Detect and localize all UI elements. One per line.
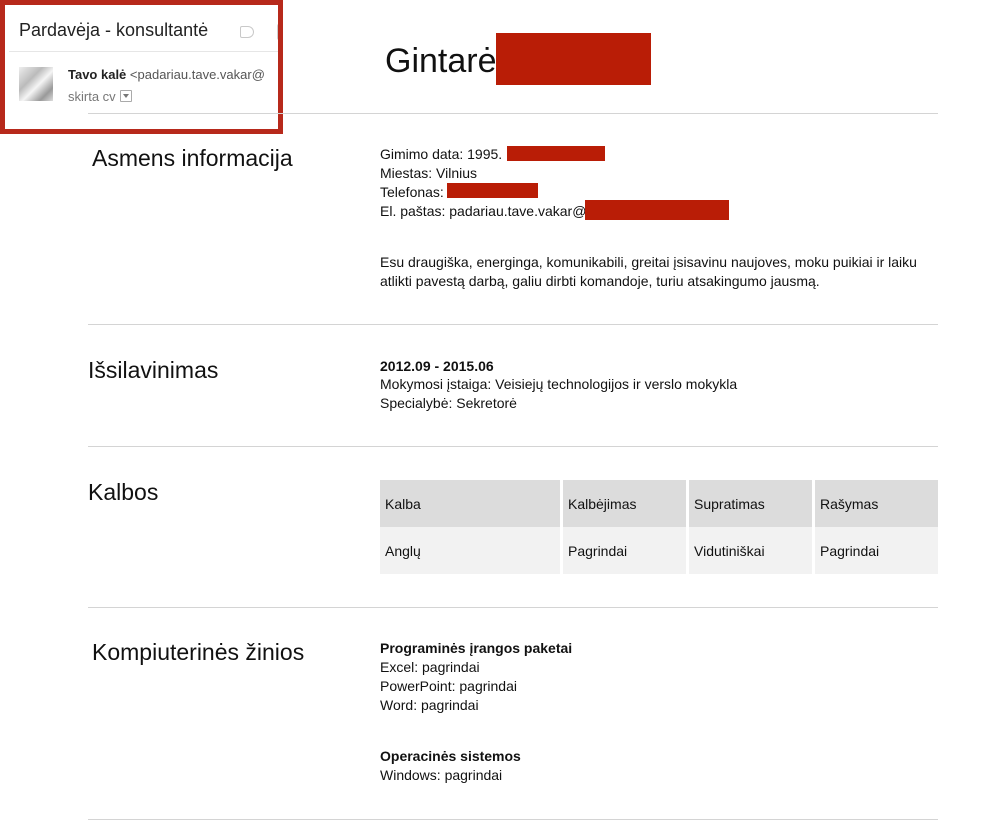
divider bbox=[88, 324, 938, 325]
section-title-computer: Kompiuterinės žinios bbox=[92, 639, 305, 665]
divider bbox=[88, 819, 938, 820]
city: Miestas: Vilnius bbox=[380, 165, 478, 181]
table-cell: Pagrindai bbox=[563, 527, 686, 574]
redaction-email bbox=[585, 200, 729, 220]
sender-address: <padariau.tave.vakar@ bbox=[129, 67, 265, 82]
section-title-education: Išsilavinimas bbox=[88, 357, 219, 383]
table-cell: Anglų bbox=[380, 527, 560, 574]
education-specialty: Specialybė: Sekretorė bbox=[380, 395, 517, 411]
print-icon[interactable] bbox=[277, 24, 278, 40]
label-icon[interactable] bbox=[240, 26, 254, 38]
email-subject: Pardavėja - konsultantė bbox=[19, 20, 209, 40]
software-heading: Programinės įrangos paketai bbox=[380, 640, 573, 656]
software-item: Excel: pagrindai bbox=[380, 659, 480, 675]
divider bbox=[9, 51, 278, 52]
redaction-phone bbox=[447, 183, 538, 198]
recipient-label: skirta cv bbox=[68, 89, 116, 104]
education-institution: Mokymosi įstaiga: Veisiejų technologijos… bbox=[380, 376, 738, 392]
email-address: El. paštas: padariau.tave.vakar@ bbox=[380, 203, 587, 219]
table-header-cell: Kalba bbox=[380, 480, 560, 527]
os-item: Windows: pagrindai bbox=[380, 767, 503, 783]
software-item: PowerPoint: pagrindai bbox=[380, 678, 517, 694]
redaction-surname bbox=[496, 33, 651, 85]
divider bbox=[88, 446, 938, 447]
table-cell: Vidutiniškai bbox=[689, 527, 812, 574]
redaction-birth bbox=[507, 146, 605, 161]
table-header-row: Kalba Kalbėjimas Supratimas Rašymas bbox=[380, 480, 938, 527]
section-title-personal: Asmens informacija bbox=[92, 145, 293, 171]
cv-name: Gintarė bbox=[385, 42, 497, 80]
section-title-languages: Kalbos bbox=[88, 479, 159, 505]
software-item: Word: pagrindai bbox=[380, 697, 479, 713]
sender-avatar bbox=[19, 67, 53, 101]
table-row: Anglų Pagrindai Vidutiniškai Pagrindai bbox=[380, 527, 938, 574]
phone: Telefonas: bbox=[380, 184, 444, 200]
chevron-down-icon[interactable] bbox=[119, 90, 132, 102]
recipient-line: skirta cv bbox=[68, 89, 132, 104]
sender-line: Tavo kalė <padariau.tave.vakar@ bbox=[68, 67, 265, 82]
divider bbox=[88, 113, 938, 114]
table-header-cell: Supratimas bbox=[689, 480, 812, 527]
languages-table: Kalba Kalbėjimas Supratimas Rašymas Angl… bbox=[377, 480, 941, 574]
sender-name[interactable]: Tavo kalė bbox=[68, 67, 126, 82]
table-header-cell: Kalbėjimas bbox=[563, 480, 686, 527]
personal-description: Esu draugiška, energinga, komunikabili, … bbox=[380, 254, 917, 289]
birth-date: Gimimo data: 1995. bbox=[380, 146, 503, 162]
os-heading: Operacinės sistemos bbox=[380, 748, 521, 764]
table-header-cell: Rašymas bbox=[815, 480, 938, 527]
divider bbox=[88, 607, 938, 608]
table-cell: Pagrindai bbox=[815, 527, 938, 574]
education-period: 2012.09 - 2015.06 bbox=[380, 358, 494, 374]
